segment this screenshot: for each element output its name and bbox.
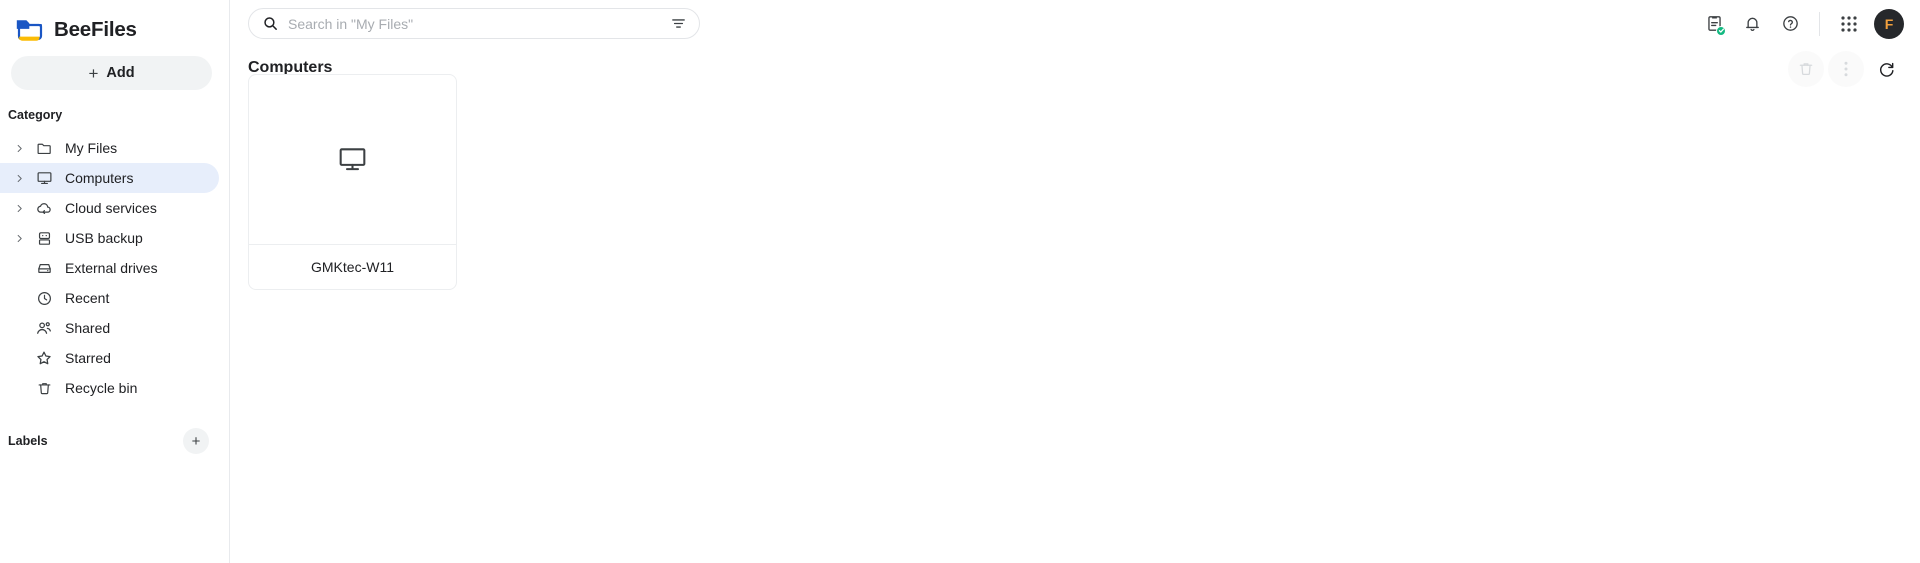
app-title: BeeFiles — [54, 18, 137, 41]
sidebar-item-label: USB backup — [65, 230, 143, 246]
sidebar-item-label: Recycle bin — [65, 380, 138, 396]
sidebar-nav: My Files Computers Cloud services USB ba… — [0, 133, 230, 403]
more-options-button[interactable] — [1828, 51, 1864, 87]
labels-section: Labels + — [0, 428, 219, 454]
topbar: F — [230, 0, 1920, 47]
sidebar-item-computers[interactable]: Computers — [0, 163, 219, 193]
chevron-right-icon[interactable] — [12, 141, 26, 155]
brand[interactable]: BeeFiles — [0, 0, 229, 47]
labels-section-title: Labels — [8, 434, 48, 448]
plus-icon: + — [88, 63, 99, 83]
avatar-initial: F — [1884, 15, 1894, 32]
star-icon — [35, 349, 53, 367]
refresh-button[interactable] — [1868, 51, 1904, 87]
sidebar-item-starred[interactable]: Starred — [0, 343, 219, 373]
sidebar-item-label: Shared — [65, 320, 111, 336]
search-box[interactable] — [248, 8, 700, 39]
sidebar-item-my-files[interactable]: My Files — [0, 133, 219, 163]
add-button-label: Add — [106, 65, 135, 81]
sidebar-item-label: My Files — [65, 140, 118, 156]
folder-icon — [35, 139, 53, 157]
sidebar-item-label: Computers — [65, 170, 134, 186]
sidebar-item-recycle-bin[interactable]: Recycle bin — [0, 373, 219, 403]
avatar[interactable]: F — [1874, 8, 1904, 39]
card-label: GMKtec-W11 — [311, 259, 394, 275]
sidebar-item-cloud-services[interactable]: Cloud services — [0, 193, 219, 223]
divider — [1819, 11, 1820, 36]
app-window: BeeFiles + Add Category My Files Compute… — [0, 0, 1920, 563]
sidebar-item-external-drives[interactable]: External drives — [0, 253, 219, 283]
monitor-icon — [339, 148, 366, 171]
sidebar-item-label: Cloud services — [65, 200, 157, 216]
sidebar-item-label: Recent — [65, 290, 110, 306]
folder-logo-icon — [16, 20, 43, 41]
computer-card[interactable]: GMKtec-W11 — [248, 74, 457, 290]
plus-icon: + — [191, 432, 201, 450]
people-icon — [35, 319, 53, 337]
search-input[interactable] — [288, 15, 670, 32]
more-vertical-icon — [1844, 61, 1848, 77]
sidebar-item-label: External drives — [65, 260, 158, 276]
cloud-sync-icon — [35, 199, 53, 217]
items-grid: GMKtec-W11 — [248, 74, 457, 290]
notifications-button[interactable] — [1733, 5, 1771, 43]
card-thumbnail — [249, 75, 456, 245]
sidebar-item-recent[interactable]: Recent — [0, 283, 219, 313]
sidebar-item-label: Starred — [65, 350, 111, 366]
search-icon — [262, 15, 279, 32]
grid-dots-icon — [1841, 15, 1857, 32]
apps-grid-button[interactable] — [1830, 5, 1868, 43]
trash-icon — [35, 379, 53, 397]
search-bar — [248, 8, 700, 39]
content-actions — [1788, 51, 1904, 87]
usb-drive-icon — [35, 229, 53, 247]
chevron-right-icon[interactable] — [12, 171, 26, 185]
tasks-button[interactable] — [1695, 5, 1733, 43]
chevron-right-icon[interactable] — [12, 201, 26, 215]
content-header: Computers — [230, 47, 1920, 95]
monitor-icon — [35, 169, 53, 187]
sidebar-item-shared[interactable]: Shared — [0, 313, 219, 343]
tasks-complete-badge — [1716, 25, 1726, 36]
add-label-button[interactable]: + — [183, 428, 209, 454]
chevron-right-icon[interactable] — [12, 231, 26, 245]
sidebar-item-usb-backup[interactable]: USB backup — [0, 223, 219, 253]
sidebar: BeeFiles + Add Category My Files Compute… — [0, 0, 230, 563]
help-button[interactable] — [1771, 5, 1809, 43]
add-button[interactable]: + Add — [11, 56, 212, 90]
clock-icon — [35, 289, 53, 307]
delete-button[interactable] — [1788, 51, 1824, 87]
main-area: F Computers — [230, 0, 1920, 563]
filter-icon[interactable] — [670, 15, 687, 32]
hard-drive-icon — [35, 259, 53, 277]
category-section-title: Category — [8, 108, 63, 122]
top-actions: F — [1695, 0, 1904, 47]
